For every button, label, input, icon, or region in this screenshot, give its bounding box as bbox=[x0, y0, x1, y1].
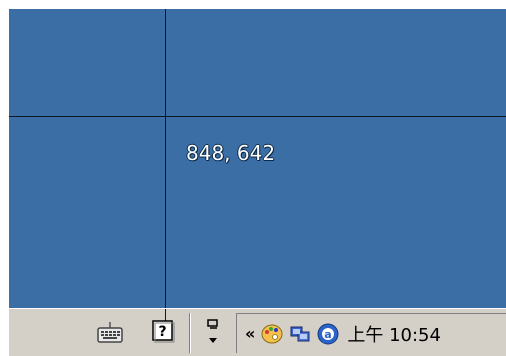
crosshair-vertical-line bbox=[165, 9, 166, 308]
antivirus-icon[interactable]: a bbox=[317, 323, 339, 345]
crosshair-horizontal-line bbox=[9, 116, 506, 117]
language-switch-button[interactable] bbox=[201, 317, 225, 349]
svg-text:?: ? bbox=[158, 324, 166, 340]
show-hidden-icons-button[interactable]: « bbox=[245, 324, 255, 343]
language-switch-icon bbox=[207, 319, 218, 343]
keyboard-icon bbox=[97, 322, 123, 343]
taskbar: ? « a 上午 10:54 bbox=[9, 308, 506, 356]
taskbar-separator bbox=[189, 313, 191, 353]
paint-icon[interactable] bbox=[261, 323, 283, 345]
help-icon: ? bbox=[152, 320, 175, 343]
desktop-area: 848, 642 bbox=[9, 9, 506, 308]
svg-text:a: a bbox=[325, 328, 332, 341]
help-button[interactable]: ? bbox=[149, 317, 177, 345]
system-tray: « a 上午 10:54 bbox=[236, 313, 506, 353]
system-clock[interactable]: 上午 10:54 bbox=[347, 321, 441, 347]
keyboard-button[interactable] bbox=[95, 317, 125, 347]
coordinate-readout: 848, 642 bbox=[186, 141, 276, 165]
network-icon[interactable] bbox=[289, 323, 311, 345]
